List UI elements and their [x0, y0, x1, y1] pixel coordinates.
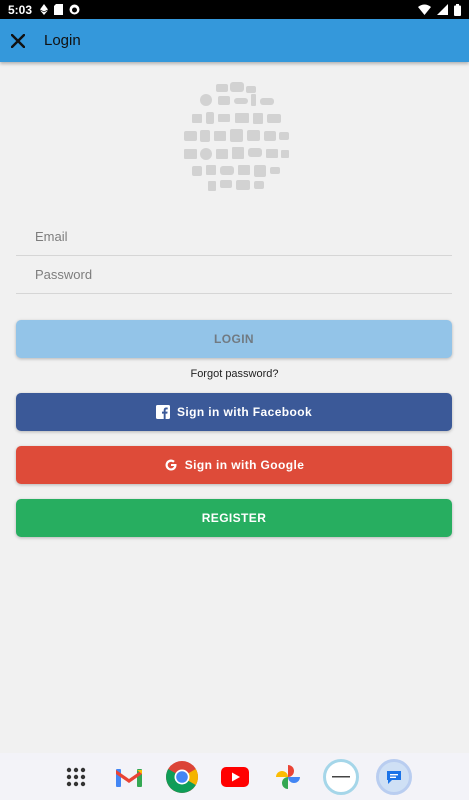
battery-icon	[454, 3, 461, 16]
facebook-button-label: Sign in with Facebook	[176, 405, 313, 419]
close-icon	[11, 33, 25, 48]
google-signin-button[interactable]: Sign in with Google	[16, 446, 452, 484]
status-bar: 5:03	[0, 0, 469, 19]
email-input[interactable]	[16, 218, 452, 255]
register-button-label: REGISTER	[201, 511, 267, 525]
password-input[interactable]	[16, 256, 452, 293]
status-system-icons	[418, 3, 461, 16]
wifi-icon	[418, 4, 431, 15]
photos-icon	[275, 764, 300, 789]
status-notification-icons	[40, 4, 80, 15]
email-field-container	[16, 218, 452, 256]
google-button-label: Sign in with Google	[184, 458, 305, 472]
app-drawer-icon	[66, 767, 85, 786]
products-circle-logo	[184, 82, 289, 191]
forgot-password-link[interactable]: Forgot password?	[0, 368, 469, 380]
app-drawer-button[interactable]	[58, 759, 94, 795]
gmail-icon	[115, 768, 142, 787]
app-logo	[178, 78, 294, 196]
login-button-label: LOGIN	[214, 332, 254, 346]
register-button[interactable]: REGISTER	[16, 499, 452, 537]
sync-icon	[69, 4, 80, 15]
facebook-signin-button[interactable]: Sign in with Facebook	[16, 393, 452, 431]
youtube-icon	[220, 766, 249, 787]
page-title: Login	[44, 32, 81, 49]
chrome-icon	[165, 760, 198, 793]
status-time: 5:03	[8, 2, 33, 17]
google-icon	[164, 458, 178, 472]
messages-icon	[386, 770, 401, 784]
close-button[interactable]	[7, 30, 29, 52]
gmail-app[interactable]	[111, 759, 147, 795]
youtube-app[interactable]	[217, 759, 253, 795]
unknown-app[interactable]	[322, 758, 359, 795]
photos-app[interactable]	[270, 759, 306, 795]
password-field-container	[16, 256, 452, 294]
messages-app[interactable]	[375, 758, 412, 795]
chrome-app[interactable]	[164, 759, 200, 795]
app-bar: Login	[0, 19, 469, 62]
login-button[interactable]: LOGIN	[16, 320, 452, 358]
app-dock	[0, 753, 469, 800]
sd-card-icon	[54, 4, 64, 15]
signal-icon	[437, 4, 448, 15]
ethereum-icon	[40, 4, 49, 15]
facebook-icon	[155, 405, 170, 419]
app-icon	[331, 775, 350, 777]
